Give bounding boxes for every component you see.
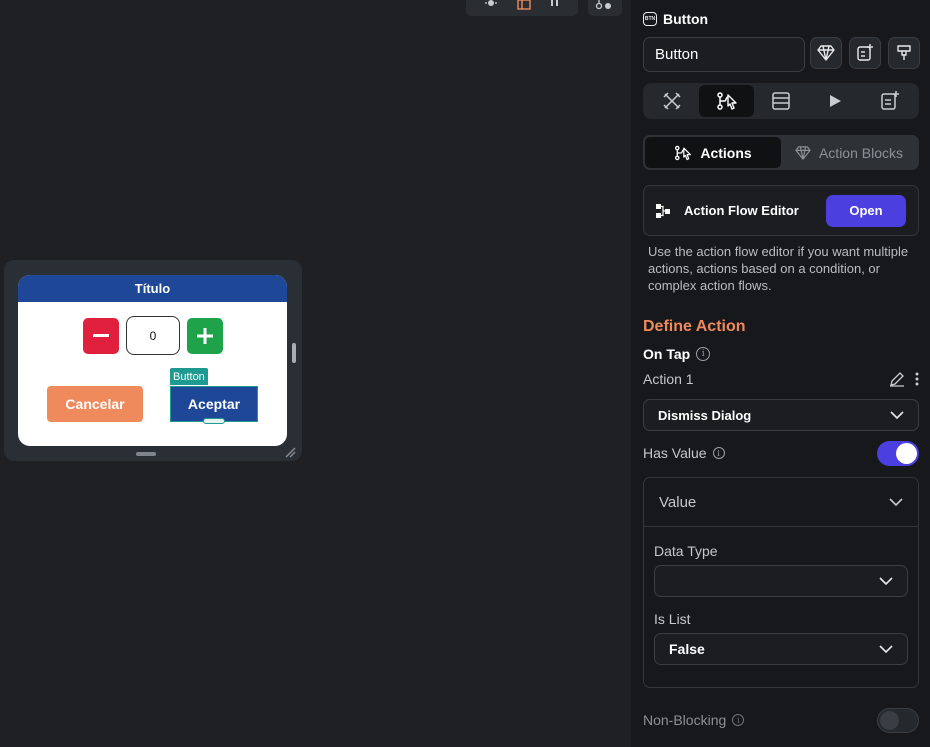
layout-icon[interactable] bbox=[517, 0, 531, 10]
info-icon[interactable]: i bbox=[696, 347, 711, 361]
info-icon[interactable]: i bbox=[732, 714, 745, 726]
data-type-label: Data Type bbox=[654, 543, 718, 559]
premium-button[interactable] bbox=[810, 37, 842, 69]
chevron-down-icon bbox=[879, 576, 893, 585]
value-section: Value Data Type Is List False bbox=[643, 477, 919, 688]
value-section-header[interactable]: Value bbox=[644, 478, 918, 527]
counter-value[interactable]: 0 bbox=[126, 316, 180, 355]
widget-tree-settings-icon[interactable] bbox=[595, 0, 615, 10]
pause-icon[interactable] bbox=[550, 0, 560, 10]
trigger-row: On Tap i bbox=[643, 346, 711, 362]
diamond-icon bbox=[817, 45, 835, 61]
tools-icon bbox=[663, 92, 681, 110]
action-type-dropdown[interactable]: Dismiss Dialog bbox=[643, 399, 919, 431]
design-canvas[interactable]: Título 0 Cancelar Aceptar Button bbox=[0, 0, 631, 747]
frame-bottom-handle[interactable] bbox=[136, 452, 156, 456]
dialog-preview[interactable]: Título 0 Cancelar Aceptar bbox=[18, 275, 287, 446]
cancel-button[interactable]: Cancelar bbox=[47, 386, 143, 422]
segment-actions[interactable]: Actions bbox=[645, 137, 781, 168]
note-add-icon bbox=[881, 91, 899, 110]
resize-corner-icon[interactable] bbox=[284, 445, 296, 463]
frame-side-handle[interactable] bbox=[292, 343, 296, 363]
tab-actions[interactable] bbox=[699, 85, 754, 117]
action-flow-icon bbox=[716, 92, 737, 110]
define-action-title: Define Action bbox=[643, 318, 746, 335]
non-blocking-label: Non-Blocking bbox=[643, 712, 727, 728]
has-value-toggle[interactable] bbox=[877, 440, 919, 466]
info-icon[interactable]: i bbox=[712, 447, 725, 459]
canvas-settings bbox=[588, 0, 622, 16]
paint-icon bbox=[897, 45, 911, 60]
flow-nodes-icon bbox=[656, 203, 670, 218]
more-vertical-icon[interactable] bbox=[915, 372, 919, 386]
is-list-dropdown[interactable]: False bbox=[654, 633, 908, 665]
widget-name-input[interactable]: Button bbox=[643, 37, 805, 72]
light-mode-icon[interactable] bbox=[484, 0, 498, 10]
widget-type-title: Button bbox=[663, 11, 709, 27]
segment-actions-label: Actions bbox=[700, 144, 752, 161]
plus-icon bbox=[197, 327, 213, 344]
diamond-icon bbox=[795, 145, 811, 160]
properties-panel: BTN Button Button Actions Action Blocks … bbox=[631, 0, 930, 747]
trigger-label: On Tap bbox=[643, 346, 691, 362]
minus-icon bbox=[93, 333, 109, 337]
value-section-title: Value bbox=[659, 493, 697, 511]
segment-action-blocks-label: Action Blocks bbox=[818, 144, 904, 161]
dialog-title: Título bbox=[18, 275, 287, 302]
decrement-button[interactable] bbox=[83, 317, 119, 354]
action-label: Action 1 bbox=[643, 371, 694, 387]
widget-plus-icon bbox=[857, 44, 873, 61]
accept-button[interactable]: Aceptar bbox=[170, 386, 258, 422]
theme-button[interactable] bbox=[888, 37, 920, 69]
has-value-label: Has Value bbox=[643, 445, 707, 461]
tab-backend-query[interactable] bbox=[754, 85, 808, 117]
tab-documentation[interactable] bbox=[863, 85, 917, 117]
edit-icon[interactable] bbox=[889, 371, 905, 387]
counter-stepper: 0 bbox=[18, 316, 287, 355]
button-widget-icon: BTN bbox=[643, 12, 657, 26]
add-component-button[interactable] bbox=[849, 37, 881, 69]
tab-properties[interactable] bbox=[645, 85, 699, 117]
is-list-label: Is List bbox=[654, 611, 691, 627]
action-flow-icon bbox=[675, 145, 692, 160]
segment-action-blocks[interactable]: Action Blocks bbox=[781, 137, 917, 168]
action-flow-editor-label: Action Flow Editor bbox=[684, 203, 799, 218]
has-value-row: Has Value i bbox=[643, 440, 919, 466]
chevron-down-icon bbox=[890, 410, 904, 419]
action-row: Action 1 bbox=[643, 371, 919, 387]
non-blocking-toggle[interactable] bbox=[877, 707, 919, 733]
chevron-down-icon bbox=[889, 497, 903, 506]
action-flow-helper-text: Use the action flow editor if you want m… bbox=[648, 244, 909, 293]
open-flow-editor-button[interactable]: Open bbox=[826, 194, 906, 227]
database-icon bbox=[772, 92, 790, 110]
canvas-toolbar bbox=[466, 0, 578, 16]
panel-header: BTN Button bbox=[643, 11, 708, 27]
selected-widget-tag: Button bbox=[170, 368, 208, 385]
data-type-dropdown[interactable] bbox=[654, 565, 908, 597]
is-list-value: False bbox=[669, 641, 705, 657]
selection-resize-handle[interactable] bbox=[203, 418, 225, 424]
non-blocking-row: Non-Blocking i bbox=[643, 707, 919, 733]
action-type-value: Dismiss Dialog bbox=[658, 407, 752, 423]
chevron-down-icon bbox=[879, 644, 893, 653]
tab-animations[interactable] bbox=[808, 85, 862, 117]
actions-segmented-control: Actions Action Blocks bbox=[643, 135, 919, 170]
increment-button[interactable] bbox=[187, 317, 223, 354]
play-icon bbox=[830, 95, 842, 107]
action-flow-editor-card: Action Flow Editor Open bbox=[643, 185, 919, 236]
property-tabs bbox=[643, 83, 919, 119]
